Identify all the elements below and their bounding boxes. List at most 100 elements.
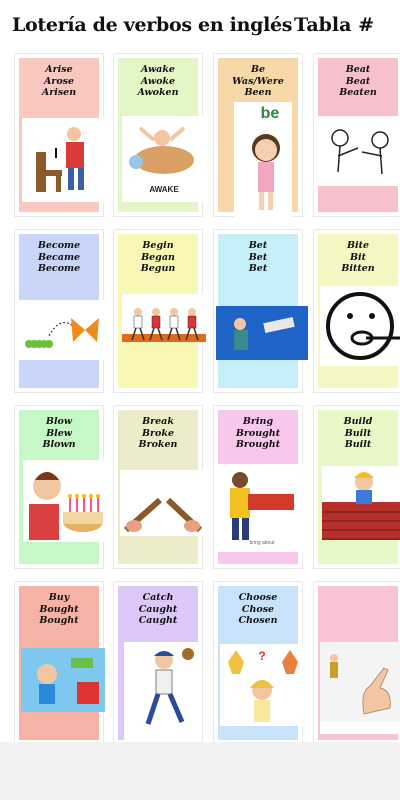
loteria-card[interactable]: Blow Blew Blown	[14, 405, 107, 569]
verb-forms: Become Became Become	[19, 240, 99, 275]
loteria-card[interactable]: Build Built Built	[313, 405, 400, 569]
boy-buying-picture	[21, 648, 105, 712]
caterpillar-to-butterfly-picture	[25, 318, 99, 348]
verb-form-1: Blow	[45, 416, 73, 427]
verb-form-3: Built	[344, 439, 372, 450]
two-people-fighting-picture	[331, 129, 389, 175]
loteria-card[interactable]: Choose Chose Chosen?	[213, 581, 306, 745]
loteria-card[interactable]: Bet Bet Bet	[213, 229, 308, 393]
loteria-card[interactable]: Beat Beat Beaten	[313, 53, 400, 217]
card-background: Arise Arose Arisen	[19, 58, 106, 212]
man-carrying-box-picture: bring about	[230, 472, 294, 546]
verb-illustration	[318, 116, 400, 186]
verb-forms: Buy Bought Bought	[19, 592, 99, 627]
hand-pointing-at-man-picture	[320, 642, 400, 722]
loteria-card[interactable]: Arise Arose Arisen	[14, 53, 106, 217]
loteria-card[interactable]: Become Became Become	[14, 229, 107, 393]
verb-illustration	[22, 118, 106, 202]
child-waking-up-picture: AWAKE	[129, 126, 194, 194]
verb-form-2: Bought	[39, 603, 79, 615]
card-background: Be Was/Were Been be	[218, 58, 298, 218]
loteria-card[interactable]	[313, 581, 400, 745]
verb-form-1: Buy	[48, 592, 70, 603]
card-background: Break Broke Broken	[118, 410, 204, 564]
verb-form-3: Caught	[138, 615, 178, 626]
verb-form-2: Chose	[241, 603, 275, 615]
verb-form-2: Brought	[235, 427, 281, 439]
verb-form-2: Awoke	[140, 75, 176, 87]
girl-with-be-label-picture: be	[252, 105, 280, 210]
verb-forms: Bite Bit Bitten	[318, 240, 398, 275]
bottom-blank-area	[0, 742, 400, 800]
verb-illustration	[124, 642, 200, 742]
verb-form-1: Build	[343, 416, 373, 427]
verb-forms: Blow Blew Blown	[19, 416, 99, 451]
verb-form-2: Bet	[248, 251, 268, 263]
verb-form-1: Break	[142, 416, 174, 427]
verb-illustration	[120, 470, 204, 536]
card-background: Become Became Become	[19, 234, 107, 388]
verb-illustration	[216, 306, 308, 360]
loteria-card[interactable]: Break Broke Broken	[113, 405, 204, 569]
svg-text:bring about: bring about	[249, 540, 275, 546]
verb-form-3: Begun	[140, 263, 176, 274]
verb-illustration: ?	[220, 644, 306, 726]
svg-text:?: ?	[258, 649, 265, 663]
verb-form-3: Chosen	[238, 615, 278, 626]
verb-form-1: Beat	[345, 64, 371, 75]
verb-forms: Build Built Built	[318, 416, 398, 451]
verb-forms: Begin Began Begun	[118, 240, 198, 275]
card-background: Choose Chose Chosen?	[218, 586, 306, 740]
verb-form-3: Brought	[235, 439, 281, 450]
card-background: Bring Brought Brought bring about	[218, 410, 306, 564]
verb-form-3: Bought	[39, 615, 79, 626]
loteria-card[interactable]: Catch Caught Caught	[113, 581, 203, 745]
verb-form-3: Bet	[248, 263, 268, 274]
verb-form-2: Beat	[345, 75, 371, 87]
verb-form-3: Broken	[138, 439, 178, 450]
verb-illustration	[19, 300, 107, 360]
verb-form-1: Bet	[248, 240, 268, 251]
verb-illustration: be	[234, 102, 292, 218]
loteria-card[interactable]: Bring Brought Brought bring about	[213, 405, 306, 569]
card-background: Build Built Built	[318, 410, 400, 564]
verb-forms: Awake Awoke Awoken	[118, 64, 198, 99]
verb-illustration: AWAKE	[122, 116, 204, 202]
loteria-card[interactable]: Bite Bit Bitten	[313, 229, 400, 393]
verb-forms: Arise Arose Arisen	[19, 64, 99, 99]
verb-illustration	[23, 460, 107, 542]
verb-form-3: Been	[244, 87, 272, 98]
card-background: Awake Awoke Awoken AWAKE	[118, 58, 204, 212]
verb-form-1: Bite	[346, 240, 370, 251]
loteria-card[interactable]: Begin Began Begun	[113, 229, 206, 393]
card-background: Buy Bought Bought	[19, 586, 107, 740]
verb-forms: Break Broke Broken	[118, 416, 198, 451]
girl-choosing-dresses-picture: ?	[228, 649, 298, 722]
verb-forms: Bet Bet Bet	[218, 240, 298, 275]
verb-form-1: Begin	[142, 240, 174, 251]
verb-forms: Bring Brought Brought	[218, 416, 298, 451]
verb-form-3: Become	[37, 263, 81, 274]
card-background: Blow Blew Blown	[19, 410, 107, 564]
verb-form-2: Blew	[46, 427, 72, 439]
verb-form-1: Choose	[238, 592, 278, 603]
svg-text:AWAKE: AWAKE	[149, 185, 179, 194]
verb-forms: Catch Caught Caught	[118, 592, 198, 627]
header: Lotería de verbos en inglés Tabla #	[0, 0, 400, 52]
verb-form-3: Awoken	[137, 87, 179, 98]
boy-blowing-candles-picture	[29, 472, 103, 540]
verb-forms: Beat Beat Beaten	[318, 64, 398, 99]
face-biting-picture	[326, 292, 400, 360]
card-background: Bite Bit Bitten	[318, 234, 400, 388]
verb-form-3: Arisen	[41, 87, 77, 98]
verb-forms: Be Was/Were Been	[218, 64, 298, 99]
verb-form-1: Catch	[142, 592, 174, 603]
page-title: Lotería de verbos en inglés	[12, 14, 293, 36]
verb-illustration	[322, 466, 400, 540]
verb-form-1: Become	[37, 240, 81, 251]
verb-form-2: Built	[344, 427, 372, 439]
loteria-card[interactable]: Awake Awoke Awoken AWAKE	[113, 53, 204, 217]
loteria-card[interactable]: Buy Bought Bought	[14, 581, 107, 745]
verb-form-2: Was/Were	[232, 75, 284, 87]
loteria-card[interactable]: Be Was/Were Been be	[213, 53, 303, 218]
